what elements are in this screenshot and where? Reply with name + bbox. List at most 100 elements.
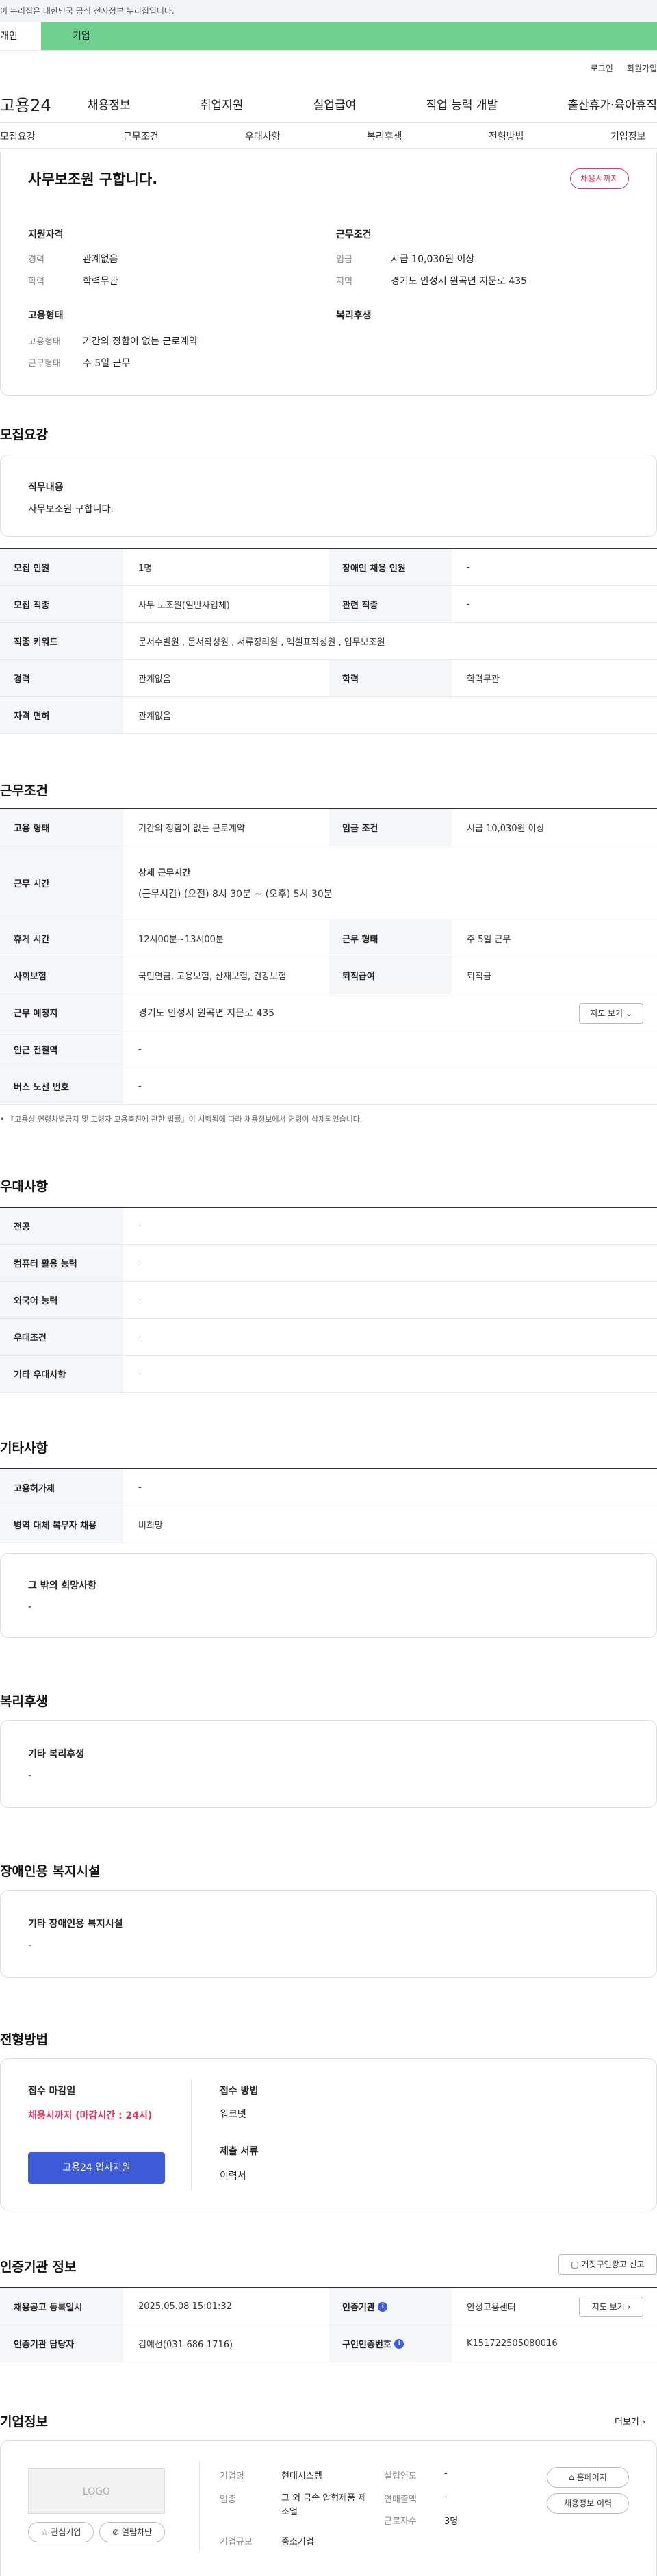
break-value: 12시00분~13시00분 (138, 935, 224, 945)
reg-date-label: 채용공고 등록일시 (0, 2288, 123, 2325)
tab-personal[interactable]: 개인 (0, 22, 41, 50)
emp-type-value: 기간의 정함이 없는 근로계약 (83, 336, 198, 347)
gov-notice-text: 이 누리집은 대한민국 공식 전자정부 누리집입니다. (0, 6, 175, 16)
utility-links: 로그인 회원가입 (0, 51, 657, 85)
duty-label: 직무내용 (28, 482, 64, 493)
employees-value: 3명 (444, 2516, 459, 2527)
table-row: 사회보험 국민연금, 고용보험, 산재보험, 건강보험 퇴직급여 퇴직금 (0, 957, 657, 994)
deadline-badge: 채용시까지 (570, 168, 629, 189)
work-hours-heading: 상세 근무시간 (138, 868, 191, 879)
career-req-label: 경력 (0, 660, 123, 696)
signup-link[interactable]: 회원가입 (627, 62, 657, 74)
welfare-heading-summary: 복리후생 (336, 310, 372, 321)
qualification-heading: 지원자격 (28, 229, 64, 240)
anchor-company[interactable]: 기업정보 (610, 129, 646, 143)
work-form-value: 주 5일 근무 (83, 358, 131, 369)
agency-map-label: 지도 보기 (591, 2302, 625, 2312)
report-button-label: 거짓구인광고 신고 (581, 2260, 645, 2269)
block-button[interactable]: ⊘ 열람차단 (99, 2522, 165, 2542)
apply-button[interactable]: 고용24 입사지원 (28, 2152, 165, 2184)
computer-label: 컴퓨터 활용 능력 (0, 1245, 123, 1281)
deadline-label: 접수 마감일 (28, 2086, 76, 2097)
favorite-button[interactable]: ☆ 관심기업 (28, 2522, 94, 2542)
block-label: 열람차단 (121, 2527, 153, 2537)
education-value: 학력무관 (83, 276, 118, 287)
nav-training[interactable]: 직업 능력 개발 (426, 95, 498, 112)
map-button[interactable]: 지도 보기 ⌄ (579, 1003, 643, 1024)
report-icon: ▢ (571, 2260, 579, 2269)
org-label: 인증기관 i (328, 2288, 452, 2325)
info-icon[interactable]: i (394, 2338, 404, 2349)
favorite-label: 관심기업 (51, 2527, 81, 2537)
nav-leave[interactable]: 출산휴가·육아휴직 (567, 95, 657, 112)
anchor-preference[interactable]: 우대사항 (245, 129, 281, 143)
anchor-recruit[interactable]: 모집요강 (0, 129, 36, 143)
emp-form-label: 고용 형태 (0, 809, 123, 846)
workplace-label: 근무 예정지 (0, 994, 123, 1031)
manager-value: 김예선(031-686-1716) (138, 2340, 233, 2350)
nav-employment-support[interactable]: 취업지원 (201, 95, 244, 112)
homepage-label: 홈페이지 (576, 2473, 607, 2482)
preference-heading: 우대사항 (0, 1179, 48, 1194)
cert-no-value: K151722505080016 (467, 2338, 558, 2349)
work-form-value2: 주 5일 근무 (467, 935, 511, 945)
break-label: 휴게 시간 (0, 920, 123, 957)
etc-heading: 기타사항 (0, 1441, 48, 1456)
table-row: 고용 형태 기간의 정함이 없는 근로계약 임금 조건 시급 10,030원 이… (0, 809, 657, 846)
wage-label: 임금 (336, 255, 352, 265)
anchor-welfare[interactable]: 복리후생 (367, 129, 402, 143)
nav-unemployment[interactable]: 실업급여 (313, 95, 357, 112)
process-card: 접수 마감일 채용시까지 (마감시간 : 24시) 고용24 입사지원 접수 방… (0, 2058, 657, 2210)
conditions-section-heading: 근무조건 (0, 783, 48, 798)
duty-card: 직무내용 사무보조원 구합니다. (0, 455, 657, 537)
career-req-value: 관계없음 (138, 674, 171, 685)
chevron-right-icon: › (627, 2302, 631, 2312)
tab-company[interactable]: 기업 (41, 22, 657, 50)
employment-type-heading: 고용형태 (28, 310, 64, 321)
login-link[interactable]: 로그인 (591, 62, 613, 74)
welfare-label: 기타 복리후생 (28, 1749, 85, 1760)
table-row: 전공 - (0, 1208, 657, 1245)
anchor-conditions[interactable]: 근무조건 (123, 129, 159, 143)
report-button[interactable]: ▢ 거짓구인광고 신고 (558, 2254, 657, 2275)
employees-label: 근로자수 (384, 2516, 417, 2527)
major-label: 전공 (0, 1208, 123, 1244)
company-card: LOGO ☆ 관심기업 ⊘ 열람차단 기업명 현대시스템 업종 그 외 금속 압… (0, 2440, 657, 2576)
language-label: 외국어 능력 (0, 1282, 123, 1318)
pref-condition-label: 우대조건 (0, 1319, 123, 1355)
anchor-process[interactable]: 전형방법 (489, 129, 524, 143)
agency-map-button[interactable]: 지도 보기 › (579, 2297, 643, 2317)
keyword-value: 문서수발원 , 문서작성원 , 서류정리원 , 엑셀표작성원 , 업무보조원 (138, 637, 385, 648)
recruit-heading: 모집요강 (0, 427, 48, 442)
sales-label: 연매출액 (384, 2495, 417, 2505)
table-row: 근무 시간 상세 근무시간 (근무시간) (오전) 8시 30분 ~ (오후) … (0, 846, 657, 920)
workplace-value: 경기도 안성시 원곡면 지문로 435 (138, 1007, 275, 1019)
company-logo: LOGO (28, 2468, 165, 2514)
site-logo[interactable]: 고용24 (0, 92, 88, 116)
more-link[interactable]: 더보기 › (615, 2414, 645, 2427)
table-row: 근무 예정지 경기도 안성시 원곡면 지문로 435 (0, 994, 657, 1031)
facility-value: - (28, 1940, 32, 1951)
process-divider (191, 2080, 192, 2190)
emp-type-label: 고용형태 (28, 337, 61, 347)
reg-date-value: 2025.05.08 15:01:32 (138, 2301, 232, 2312)
table-row: 경력 관계없음 학력 학력무관 (0, 660, 657, 697)
founded-value: - (444, 2468, 448, 2479)
deadline-value: 채용시까지 (마감시간 : 24시) (28, 2110, 153, 2121)
pref-condition-value: - (138, 1332, 142, 1342)
keyword-label: 직종 키워드 (0, 623, 123, 659)
info-icon[interactable]: i (378, 2301, 388, 2312)
process-heading: 전형방법 (0, 2032, 48, 2047)
homepage-button[interactable]: ⌂ 홈페이지 (547, 2467, 629, 2488)
nav-jobs[interactable]: 채용정보 (88, 95, 131, 112)
table-row: 인증기관 담당자 김예선(031-686-1716) 구인인증번호 i K151… (0, 2325, 657, 2362)
major-value: - (138, 1221, 142, 1231)
docs-value: 이력서 (220, 2171, 246, 2182)
license-value: 관계없음 (138, 711, 171, 722)
table-row: 기타 우대사항 - (0, 1356, 657, 1393)
work-form-label: 근무형태 (28, 359, 61, 369)
home-icon: ⌂ (569, 2473, 574, 2482)
welfare-heading: 복리후생 (0, 1694, 48, 1709)
table-row: 모집 인원 1명 장애인 채용 인원 - (0, 549, 657, 586)
job-history-button[interactable]: 채용정보 이력 (547, 2493, 629, 2514)
